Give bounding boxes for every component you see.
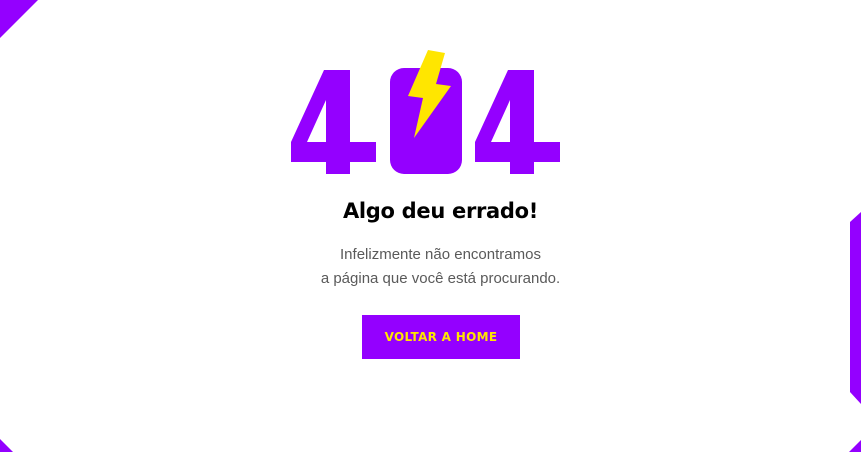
corner-decoration-bottom-right: [849, 440, 861, 452]
digit-four-left: [291, 70, 376, 174]
error-message: Infelizmente não encontramos a página qu…: [0, 243, 861, 291]
error-message-line-2: a página que você está procurando.: [320, 270, 561, 287]
back-home-button[interactable]: VOLTAR A HOME: [362, 315, 520, 359]
error-page: 404 Algo deu errado! Infelizmente não en…: [0, 0, 861, 452]
error-code-404: 404: [288, 48, 564, 183]
error-code-graphic: [291, 50, 560, 174]
corner-decoration-bottom-left: [0, 439, 13, 452]
digit-four-right: [475, 70, 560, 174]
page-title: Algo deu errado!: [342, 199, 539, 223]
error-message-line-1: Infelizmente não encontramos: [340, 246, 541, 263]
corner-decoration-top-left: [0, 0, 38, 38]
edge-decoration-right: [850, 212, 861, 404]
